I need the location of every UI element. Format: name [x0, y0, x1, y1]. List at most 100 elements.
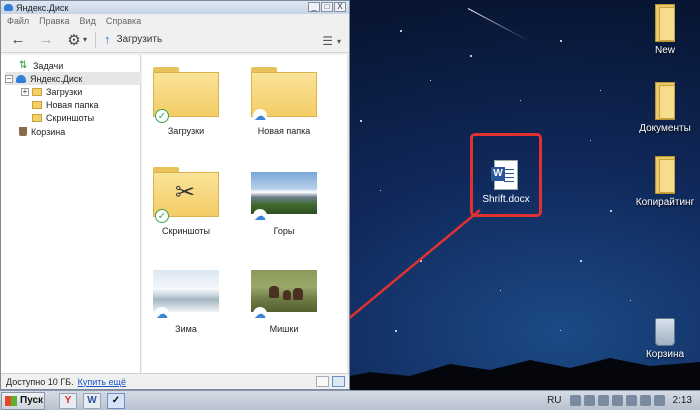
tray-disk-icon[interactable]: [625, 395, 637, 406]
buy-more-link[interactable]: Купить ещё: [78, 377, 126, 387]
tree-item-label: Задачи: [33, 60, 64, 71]
scissors-icon: ✂: [175, 179, 196, 206]
minimize-button[interactable]: _: [308, 2, 320, 12]
system-tray: RU 2:13: [547, 391, 700, 410]
tile-screenshots[interactable]: ✂ ✓ Скриншоты: [146, 167, 226, 236]
star: [380, 190, 381, 191]
upload-button[interactable]: ↑ Загрузить: [104, 32, 162, 47]
desktop-icon-label: Документы: [639, 123, 691, 134]
tile-label: Загрузки: [167, 126, 205, 136]
tray-bluetooth-icon[interactable]: [611, 395, 623, 406]
tile-label: Новая папка: [257, 126, 311, 136]
toolbar-separator: [95, 31, 97, 48]
tray-network-icon[interactable]: [569, 395, 581, 406]
menu-edit[interactable]: Правка: [39, 16, 69, 26]
folder-icon: [32, 87, 42, 96]
sync-arrows-icon: ⇅: [19, 59, 28, 71]
folder-icon: [32, 100, 42, 109]
settings-gear-icon[interactable]: ⚙: [65, 31, 83, 49]
synced-check-icon: ✓: [155, 109, 169, 123]
star: [560, 330, 561, 331]
free-space-text: Доступно 10 ГБ.: [6, 376, 74, 387]
yandex-disk-taskbar-button[interactable]: ✓: [107, 392, 125, 409]
clock[interactable]: 2:13: [673, 395, 692, 406]
tile-view-toggle[interactable]: [332, 376, 345, 387]
word-logo-icon: W: [491, 167, 505, 181]
recycle-bin-icon: [655, 318, 675, 346]
upload-label: Загрузить: [116, 34, 163, 45]
star: [420, 260, 422, 262]
menu-help[interactable]: Справка: [106, 16, 141, 26]
tile-label: Скриншоты: [161, 226, 211, 236]
desktop-file-shrift-docx[interactable]: W Shrift.docx: [477, 160, 535, 205]
star: [500, 290, 501, 291]
folder-icon: [653, 156, 677, 194]
yandex-browser-button[interactable]: Y: [59, 392, 77, 409]
upload-arrow-icon: ↑: [104, 32, 111, 47]
tile-bears[interactable]: ☁ Мишки: [244, 265, 324, 334]
tree-item-downloads[interactable]: + Загрузки: [21, 85, 82, 98]
tray-shield-icon[interactable]: [583, 395, 595, 406]
tree-item-label: Яндекс.Диск: [30, 73, 83, 84]
star: [400, 30, 402, 32]
mountains-photo-thumbnail: [251, 172, 317, 214]
star: [455, 230, 456, 231]
star: [630, 300, 631, 301]
tree-item-label: Корзина: [31, 126, 66, 137]
maximize-button[interactable]: □: [321, 2, 333, 12]
tile-new-folder[interactable]: ☁ Новая папка: [244, 67, 324, 136]
collapse-icon[interactable]: −: [5, 74, 13, 83]
star: [430, 80, 431, 81]
status-bar: Доступно 10 ГБ. Купить ещё: [1, 373, 349, 389]
synced-check-icon: ✓: [155, 209, 169, 223]
tile-winter[interactable]: ☁ Зима: [146, 265, 226, 334]
list-view-toggle[interactable]: [316, 376, 329, 387]
tray-volume-icon[interactable]: [597, 395, 609, 406]
word-taskbar-button[interactable]: W: [83, 392, 101, 409]
folder-icon: [32, 113, 42, 122]
tree-item-label: Скриншоты: [46, 112, 95, 123]
desktop-icon-new[interactable]: New: [625, 4, 700, 56]
star: [590, 140, 591, 141]
yandex-disk-window: Яндекс.Диск _ □ X Файл Правка Вид Справк…: [0, 0, 350, 390]
menu-view[interactable]: Вид: [80, 16, 96, 26]
vertical-scrollbar[interactable]: [347, 55, 349, 373]
yandex-disk-icon: [4, 4, 13, 11]
view-mode-button[interactable]: ☰ ▾: [322, 34, 341, 48]
language-indicator[interactable]: RU: [547, 395, 561, 406]
star: [610, 210, 612, 212]
trash-icon: [19, 127, 27, 136]
chevron-down-icon[interactable]: ▾: [83, 35, 87, 44]
bears-photo-thumbnail: [251, 270, 317, 312]
bear-shape: [293, 288, 303, 300]
tile-downloads[interactable]: ✓ Загрузки: [146, 67, 226, 136]
tree-item-yandex-disk[interactable]: − Яндекс.Диск: [5, 72, 141, 85]
cloud-icon: ☁: [253, 307, 267, 321]
menu-file[interactable]: Файл: [7, 16, 29, 26]
desktop-icon-documents[interactable]: Документы: [625, 82, 700, 134]
desktop-icon-recycle-bin[interactable]: Корзина: [625, 318, 700, 360]
list-view-icon: ☰: [322, 34, 333, 48]
toolbar: ← → ⚙ ▾ ↑ Загрузить ☰ ▾: [1, 27, 349, 53]
star: [520, 100, 521, 101]
tray-power-icon[interactable]: [653, 395, 665, 406]
file-grid: ✓ Загрузки ☁ Новая папка ✂ ✓ Скриншоты ☁: [142, 55, 349, 373]
back-arrow-icon[interactable]: ←: [9, 31, 27, 49]
meteor: [467, 8, 531, 42]
close-button[interactable]: X: [334, 2, 346, 12]
window-title: Яндекс.Диск: [16, 2, 69, 13]
expand-icon[interactable]: +: [21, 87, 29, 96]
tree-item-screenshots[interactable]: Скриншоты: [32, 111, 94, 124]
desktop-icon-copywriting[interactable]: Копирайтинг: [625, 156, 700, 208]
tile-mountains[interactable]: ☁ Горы: [244, 167, 324, 236]
tray-flag-icon[interactable]: [639, 395, 651, 406]
tree-item-trash[interactable]: Корзина: [19, 125, 65, 138]
star: [600, 90, 601, 91]
desktop-icon-label: New: [654, 45, 675, 56]
yandex-disk-icon: [16, 74, 26, 83]
forward-arrow-icon[interactable]: →: [37, 31, 55, 49]
tree-item-new-folder[interactable]: Новая папка: [32, 98, 98, 111]
taskbar: Пуск Y W ✓ RU 2:13: [0, 390, 700, 410]
start-button[interactable]: Пуск: [1, 391, 45, 410]
tree-item-tasks[interactable]: ⇅ Задачи: [19, 59, 63, 72]
